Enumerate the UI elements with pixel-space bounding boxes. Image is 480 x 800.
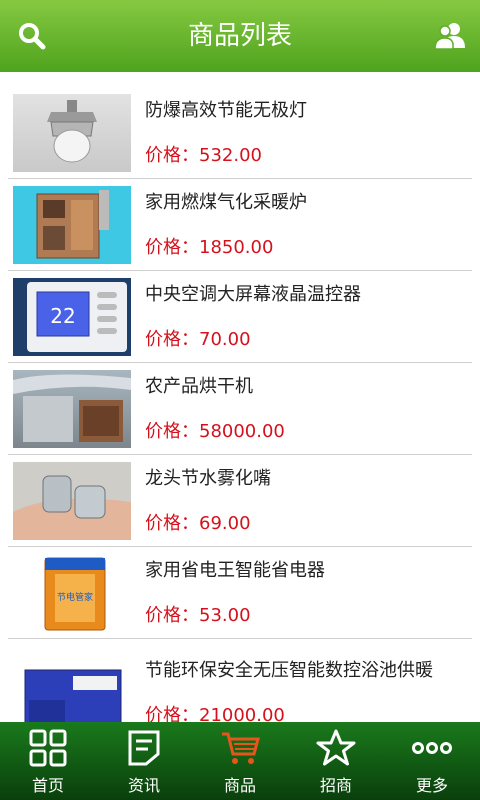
bottom-tab-bar: 首页 资讯 商品 招商 更多 [0,722,480,800]
tab-home[interactable]: 首页 [0,722,96,800]
product-item[interactable]: 节能环保安全无压智能数控浴池供暖 价格：21000.00 [8,646,472,722]
product-list[interactable]: 防爆高效节能无极灯 价格：532.00 家用燃煤气化采暖炉 价格：1850.00 [0,72,480,722]
product-item[interactable]: 22 中央空调大屏幕液晶温控器 价格：70.00 [8,270,472,363]
product-image [13,370,131,448]
product-name: 节能环保安全无压智能数控浴池供暖 [145,660,433,681]
product-image [13,660,131,722]
grid-icon [29,729,67,767]
product-image [13,462,131,540]
product-name: 中央空调大屏幕液晶温控器 [145,284,361,305]
tab-news[interactable]: 资讯 [96,722,192,800]
document-icon [128,730,160,766]
tab-label: 更多 [415,776,448,795]
product-price: 价格：53.00 [145,605,251,626]
tab-label: 资讯 [127,776,160,795]
more-icon [412,742,452,754]
product-item[interactable]: 农产品烘干机 价格：58000.00 [8,362,472,455]
users-icon[interactable] [432,18,468,54]
product-image [13,186,131,264]
product-item[interactable]: 节电管家 家用省电王智能省电器 价格：53.00 [8,546,472,639]
cart-icon [222,732,260,764]
tab-label: 商品 [223,776,256,795]
star-icon [316,729,356,766]
product-image: 节电管家 [13,554,131,632]
product-item[interactable]: 防爆高效节能无极灯 价格：532.00 [8,86,472,179]
product-price: 价格：532.00 [145,145,262,166]
tab-products[interactable]: 商品 [192,722,288,800]
product-name: 防爆高效节能无极灯 [145,100,307,121]
product-item[interactable]: 家用燃煤气化采暖炉 价格：1850.00 [8,178,472,271]
product-name: 家用燃煤气化采暖炉 [145,192,307,213]
product-price: 价格：21000.00 [145,705,285,722]
product-price: 价格：1850.00 [145,237,274,258]
product-image: 22 [13,278,131,356]
product-name: 家用省电王智能省电器 [145,560,325,581]
product-price: 价格：70.00 [145,329,251,350]
tab-label: 招商 [319,776,352,795]
tab-label: 首页 [31,776,64,795]
thermostat-display: 22 [50,304,75,328]
tab-invest[interactable]: 招商 [288,722,384,800]
product-image [13,94,131,172]
tab-more[interactable]: 更多 [384,722,480,800]
product-price: 价格：69.00 [145,513,251,534]
product-price: 价格：58000.00 [145,421,285,442]
product-name: 龙头节水雾化嘴 [145,468,271,489]
page-title: 商品列表 [187,21,292,51]
header-bar: 商品列表 [0,0,480,72]
box-label: 节电管家 [57,591,93,603]
product-name: 农产品烘干机 [145,376,253,397]
product-item[interactable]: 龙头节水雾化嘴 价格：69.00 [8,454,472,547]
